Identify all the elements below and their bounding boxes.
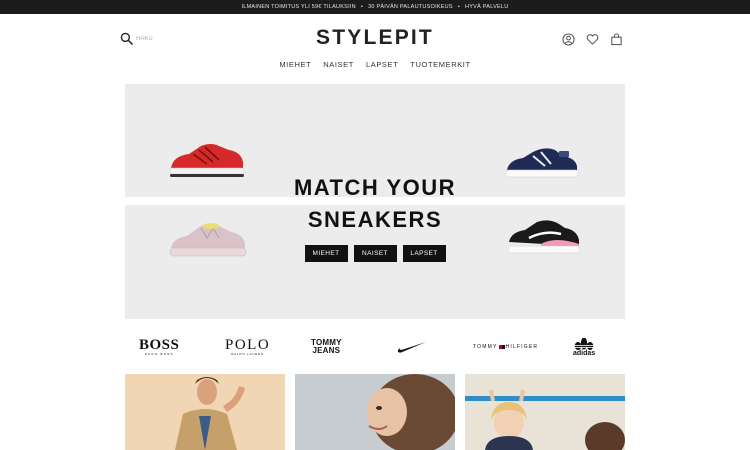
nav-item-lapset[interactable]: LAPSET: [366, 60, 398, 69]
brand-logos: BOSS HUGO BOSS POLO RALPH LAUREN TOMMY J…: [125, 332, 625, 362]
brand-boss-sub: HUGO BOSS: [144, 352, 174, 356]
nav-item-miehet[interactable]: MIEHET: [279, 60, 311, 69]
hero-button-lapset[interactable]: LAPSET: [402, 245, 446, 262]
hero-title: MATCH YOUR SNEAKERS: [125, 172, 625, 236]
brand-adidas-logo[interactable]: adidas: [573, 332, 595, 362]
nav-item-tuotemerkit[interactable]: TUOTEMERKIT: [410, 60, 470, 69]
kids-fashion-image: [465, 374, 625, 450]
brand-tommy-hilfiger-logo[interactable]: TOMMY HILFIGER: [473, 332, 538, 362]
header-icons: [562, 33, 623, 46]
brand-tommy-jeans-logo[interactable]: TOMMY JEANS: [311, 332, 342, 362]
brand-tommy-line2: JEANS: [312, 346, 341, 355]
category-tile-men[interactable]: [125, 374, 285, 450]
tommy-flag-icon: [498, 345, 505, 349]
men-fashion-image: [125, 374, 285, 450]
heart-icon[interactable]: [586, 33, 599, 46]
women-fashion-image: [295, 374, 455, 450]
category-tiles: [125, 374, 625, 450]
category-tile-kids[interactable]: [465, 374, 625, 450]
announcement-free-shipping: ILMAINEN TOIMITUS YLI 59€ TILAUKSIIN: [241, 4, 356, 10]
announcement-returns: 30 PÄIVÄN PALAUTUSOIKEUS: [368, 4, 453, 10]
hero-title-line2: SNEAKERS: [307, 207, 443, 232]
adidas-trefoil-icon: [573, 337, 596, 350]
nike-swoosh-icon: [397, 342, 426, 353]
brand-th-right: HILFIGER: [505, 344, 539, 350]
brand-boss-name: BOSS: [139, 337, 180, 353]
brand-polo-logo[interactable]: POLO RALPH LAUREN: [225, 332, 270, 362]
hero-title-line1: MATCH YOUR: [293, 175, 457, 200]
hero-button-naiset[interactable]: NAISET: [353, 245, 397, 262]
site-header: STYLEPIT: [0, 14, 750, 62]
bag-icon[interactable]: [610, 33, 623, 46]
hero-button-miehet[interactable]: MIEHET: [304, 245, 348, 262]
brand-nike-logo[interactable]: [397, 332, 427, 362]
brand-boss-logo[interactable]: BOSS HUGO BOSS: [139, 332, 179, 362]
user-icon[interactable]: [562, 33, 575, 46]
brand-th-left: TOMMY: [473, 344, 498, 350]
site-logo[interactable]: STYLEPIT: [0, 26, 750, 50]
nav-item-naiset[interactable]: NAISET: [323, 60, 354, 69]
hero-buttons: MIEHET NAISET LAPSET: [125, 245, 625, 262]
main-nav: MIEHET NAISET LAPSET TUOTEMERKIT: [0, 60, 750, 69]
brand-adidas-name: adidas: [573, 349, 596, 357]
separator-dot: •: [457, 4, 461, 10]
brand-polo-sub: RALPH LAUREN: [231, 352, 264, 356]
category-tile-women[interactable]: [295, 374, 455, 450]
hero-banner[interactable]: MATCH YOUR SNEAKERS MIEHET NAISET LAPSET: [125, 84, 625, 319]
brand-polo-name: POLO: [225, 337, 271, 353]
announcement-bar: ILMAINEN TOIMITUS YLI 59€ TILAUKSIIN • 3…: [0, 0, 750, 14]
announcement-service: HYVÄ PALVELU: [465, 4, 509, 10]
separator-dot: •: [360, 4, 364, 10]
